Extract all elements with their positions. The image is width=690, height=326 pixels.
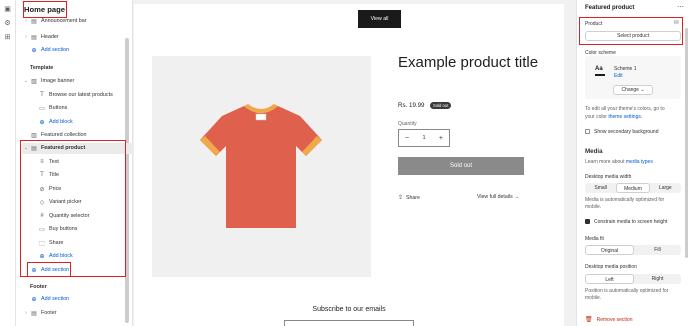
- preview-canvas: View all Example product title Rs. 19.99…: [134, 0, 564, 326]
- layout-icon: ▤: [31, 310, 37, 317]
- desktop-media-position-label: Desktop media position: [585, 264, 637, 270]
- settings-gear-icon[interactable]: ⚙: [4, 20, 12, 28]
- remove-section-button[interactable]: 🗑 Remove section: [585, 316, 632, 324]
- width-small-option[interactable]: Small: [585, 183, 616, 193]
- panel-scrollbar[interactable]: [685, 28, 688, 258]
- fit-fill-option[interactable]: Fill: [634, 245, 681, 255]
- view-all-button[interactable]: View all: [358, 10, 401, 28]
- quantity-stepper[interactable]: − 1 +: [398, 129, 450, 147]
- sidebar-item-footer[interactable]: › ▤ Footer: [22, 308, 56, 318]
- email-field[interactable]: [284, 320, 414, 326]
- product-image[interactable]: [152, 56, 371, 277]
- settings-panel: Featured product ⋯ Product ⛁ Select prod…: [576, 0, 690, 326]
- sold-out-badge: Sold out: [430, 102, 452, 109]
- chevron-right-icon[interactable]: ›: [22, 310, 30, 316]
- block-browse-latest[interactable]: T Browse our latest products: [38, 90, 113, 100]
- annotation-box: [27, 262, 71, 277]
- plus-circle-icon: ⊕: [31, 296, 37, 303]
- chevron-down-icon: ⌄: [640, 87, 645, 93]
- app-rail: ▣ ⚙ ⊞: [0, 0, 16, 326]
- scheme-name: Scheme 1: [614, 66, 637, 72]
- scheme-swatch: Aa: [595, 66, 603, 72]
- desktop-media-width-label: Desktop media width: [585, 174, 632, 180]
- share-icon: ⇪: [398, 195, 404, 201]
- width-note: Media is automatically optimized for: [585, 197, 665, 203]
- media-heading: Media: [585, 148, 603, 155]
- increment-button[interactable]: +: [439, 135, 443, 142]
- more-options-icon[interactable]: ⋯: [677, 3, 684, 11]
- position-left-option[interactable]: Left: [585, 274, 634, 284]
- media-fit-label: Media fit: [585, 236, 604, 242]
- sections-icon[interactable]: ▣: [4, 6, 12, 14]
- quantity-value[interactable]: 1: [422, 135, 425, 141]
- fit-original-option[interactable]: Original: [585, 245, 634, 255]
- panel-title: Featured product: [585, 5, 635, 11]
- annotation-box: [579, 17, 683, 45]
- chevron-right-icon[interactable]: ›: [22, 18, 30, 24]
- secondary-background-label: Show secondary background: [594, 129, 659, 135]
- tshirt-image: [200, 104, 322, 228]
- button-icon: ▭: [39, 105, 45, 112]
- theme-help-text: To edit all your theme's colors, go to: [585, 106, 665, 112]
- media-width-segmented[interactable]: Small Medium Large: [585, 183, 681, 193]
- sidebar-item-header[interactable]: › ▤ Header: [22, 32, 59, 42]
- layout-icon: ▤: [31, 18, 37, 25]
- chevron-right-icon[interactable]: ›: [22, 34, 30, 40]
- position-note: Position is automatically optimized for: [585, 288, 669, 294]
- width-note: mobile.: [585, 204, 602, 210]
- apps-icon[interactable]: ⊞: [4, 34, 12, 42]
- image-icon: ▧: [31, 78, 37, 85]
- scheme-swatch-bar: [595, 74, 605, 76]
- add-section-button[interactable]: ⊕ Add section: [30, 45, 69, 55]
- template-heading: Template: [30, 65, 54, 71]
- constrain-media-checkbox[interactable]: [585, 219, 590, 224]
- collection-icon: ▥: [31, 132, 37, 139]
- position-note: mobile.: [585, 295, 602, 301]
- color-scheme-card: Aa Scheme 1 Edit Change ⌄: [585, 56, 681, 99]
- annotation-box: [20, 140, 126, 277]
- sold-out-button[interactable]: Sold out: [398, 157, 524, 175]
- view-full-details-link[interactable]: View full details →: [477, 194, 519, 200]
- text-icon: T: [40, 92, 44, 98]
- theme-settings-link[interactable]: theme settings.: [608, 114, 642, 120]
- footer-heading: Footer: [30, 284, 47, 290]
- secondary-background-checkbox[interactable]: [585, 129, 590, 134]
- media-position-segmented[interactable]: Left Right: [585, 274, 681, 284]
- media-types-link[interactable]: media types: [626, 159, 653, 165]
- media-fit-segmented[interactable]: Original Fill: [585, 245, 681, 255]
- share-button[interactable]: ⇪ Share: [398, 194, 420, 202]
- constrain-media-label: Constrain media to screen height: [594, 219, 668, 225]
- plus-circle-icon: ⊕: [39, 119, 45, 126]
- sidebar-item-image-banner[interactable]: ⌄ ▧ Image banner: [22, 76, 74, 86]
- trash-icon: 🗑: [585, 317, 593, 323]
- sidebar-item-featured-collection[interactable]: ▥ Featured collection: [22, 130, 86, 140]
- subscribe-heading: Subscribe to our emails: [312, 306, 386, 313]
- decrement-button[interactable]: −: [405, 135, 409, 142]
- layout-icon: ▤: [31, 34, 37, 41]
- change-scheme-button[interactable]: Change ⌄: [613, 85, 653, 95]
- width-medium-option[interactable]: Medium: [616, 183, 650, 193]
- add-block-button[interactable]: ⊕ Add block: [38, 117, 72, 127]
- quantity-label: Quantity: [398, 121, 417, 127]
- scheme-edit-link[interactable]: Edit: [614, 73, 623, 79]
- theme-help-text: your color theme settings.: [585, 114, 643, 120]
- product-price: Rs. 19.99: [398, 102, 425, 109]
- product-title: Example product title: [398, 54, 539, 71]
- annotation-box: [23, 1, 67, 18]
- chevron-down-icon[interactable]: ⌄: [22, 78, 30, 84]
- add-section-button[interactable]: ⊕ Add section: [30, 294, 69, 304]
- media-help-text: Learn more about media types: [585, 159, 653, 165]
- plus-circle-icon: ⊕: [31, 47, 37, 54]
- storefront-page: View all Example product title Rs. 19.99…: [134, 4, 564, 326]
- width-large-option[interactable]: Large: [650, 183, 681, 193]
- position-right-option[interactable]: Right: [634, 274, 681, 284]
- block-buttons[interactable]: ▭ Buttons: [38, 103, 67, 113]
